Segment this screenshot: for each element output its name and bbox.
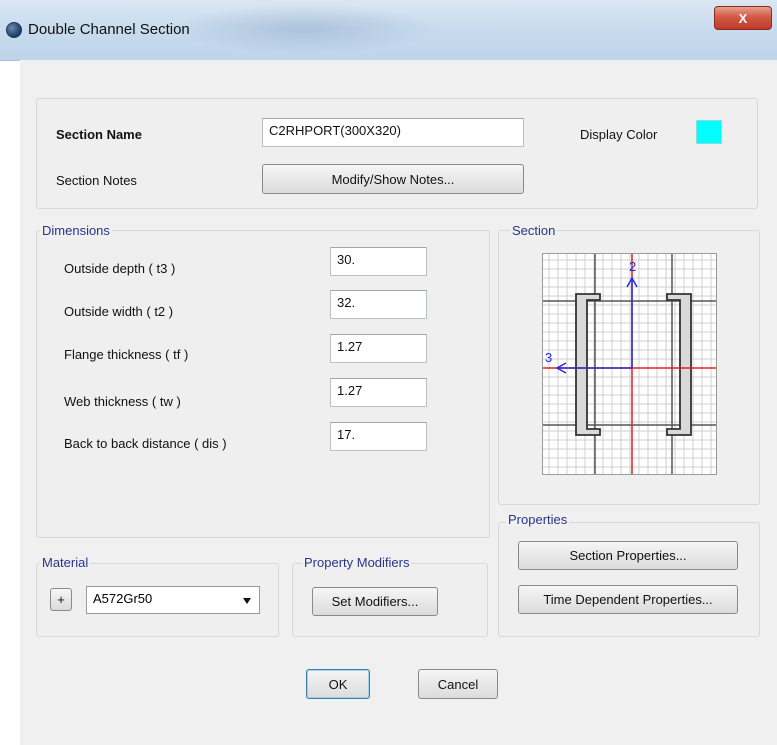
web-thickness-input[interactable]: 1.27 (330, 378, 427, 407)
outside-width-input[interactable]: 32. (330, 290, 427, 319)
display-color-label: Display Color (580, 127, 658, 142)
dimensions-title: Dimensions (40, 223, 112, 238)
outside-depth-input[interactable]: 30. (330, 247, 427, 276)
close-button[interactable]: X (714, 6, 772, 30)
set-modifiers-button[interactable]: Set Modifiers... (312, 587, 438, 616)
ok-button[interactable]: OK (306, 669, 370, 699)
section-name-label: Section Name (56, 127, 142, 142)
section-notes-label: Section Notes (56, 173, 137, 188)
flange-thickness-input[interactable]: 1.27 (330, 334, 427, 363)
web-thickness-label: Web thickness ( tw ) (64, 394, 181, 409)
title-glow (170, 4, 440, 54)
section-drawing: 2 3 (543, 254, 716, 474)
dialog-body: Section Name C2RHPORT(300X320) Display C… (20, 60, 777, 745)
flange-thickness-label: Flange thickness ( tf ) (64, 347, 189, 362)
cancel-button[interactable]: Cancel (418, 669, 498, 699)
back-to-back-label: Back to back distance ( dis ) (64, 436, 227, 451)
properties-title: Properties (506, 512, 570, 527)
section-properties-button[interactable]: Section Properties... (518, 541, 738, 570)
outside-width-label: Outside width ( t2 ) (64, 304, 174, 319)
title-bar: Double Channel Section X (0, 0, 777, 61)
section-preview: 2 3 (542, 253, 717, 475)
left-channel-shape (575, 293, 601, 436)
modify-notes-button[interactable]: Modify/Show Notes... (262, 164, 524, 194)
properties-panel (498, 522, 760, 637)
section-name-input[interactable]: C2RHPORT(300X320) (262, 118, 524, 147)
material-selected: A572Gr50 (93, 591, 153, 606)
window-title: Double Channel Section (28, 21, 190, 38)
add-material-button[interactable]: + (50, 588, 72, 611)
app-icon (6, 22, 22, 38)
property-modifiers-title: Property Modifiers (302, 555, 412, 570)
outside-depth-label: Outside depth ( t3 ) (64, 261, 176, 276)
section-title: Section (510, 223, 558, 238)
right-channel-shape (666, 293, 692, 436)
material-select[interactable]: A572Gr50 (86, 586, 260, 614)
time-dependent-properties-button[interactable]: Time Dependent Properties... (518, 585, 738, 614)
axis-3-label: 3 (545, 350, 552, 365)
axis-2-label: 2 (629, 259, 636, 274)
display-color-swatch[interactable] (696, 120, 722, 144)
back-to-back-input[interactable]: 17. (330, 422, 427, 451)
material-title: Material (40, 555, 91, 570)
chevron-down-icon (243, 598, 251, 604)
